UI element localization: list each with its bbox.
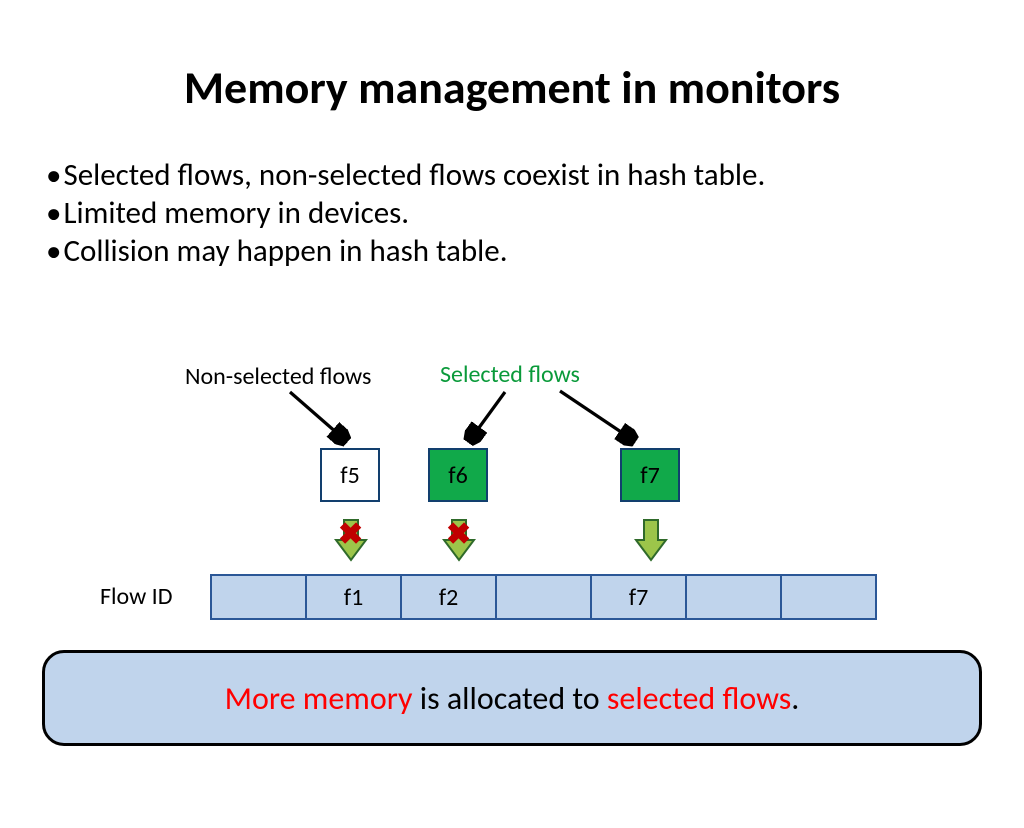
bullet-item: Collision may happen in hash table. [46, 232, 1024, 270]
bullet-list: Selected flows, non-selected flows coexi… [46, 156, 1024, 270]
x-mark-icon: ✖ [446, 520, 471, 550]
hash-cell [210, 574, 307, 620]
diagram-area: Non-selected flows Selected flows f5 f6 … [0, 360, 1024, 680]
bullet-item: Limited memory in devices. [46, 194, 1024, 232]
conclusion-part: . [791, 679, 799, 718]
flow-id-label: Flow ID [100, 582, 173, 611]
hash-cell: f1 [305, 574, 402, 620]
bullet-item: Selected flows, non-selected flows coexi… [46, 156, 1024, 194]
hash-cell [685, 574, 782, 620]
conclusion-part: More memory [225, 679, 413, 718]
conclusion-part: is allocated to [413, 679, 607, 718]
conclusion-part: selected flows [607, 679, 791, 718]
down-arrow-icon [634, 516, 668, 564]
flow-box-label: f5 [340, 461, 360, 490]
pointer-arrow-icon [0, 360, 1024, 560]
conclusion-box: More memory is allocated to selected flo… [42, 650, 982, 746]
flow-box-label: f6 [448, 461, 468, 490]
flow-box-f5: f5 [320, 448, 380, 502]
hash-cell: f7 [590, 574, 687, 620]
slide-title: Memory management in monitors [0, 60, 1024, 116]
hash-cell [780, 574, 877, 620]
x-mark-icon: ✖ [338, 520, 363, 550]
hash-cell [495, 574, 592, 620]
flow-box-label: f7 [640, 461, 660, 490]
flow-box-f7: f7 [620, 448, 680, 502]
hash-cell: f2 [400, 574, 497, 620]
hash-table-row: f1 f2 f7 [212, 574, 877, 620]
flow-box-f6: f6 [428, 448, 488, 502]
